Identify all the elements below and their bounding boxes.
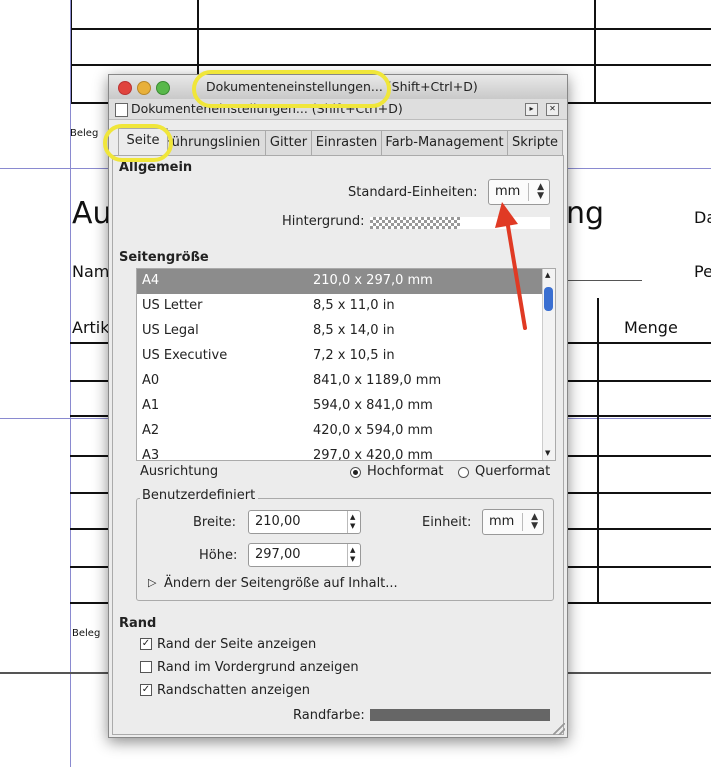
title-highlight-ellipse: [192, 70, 391, 108]
tab-einrasten[interactable]: Einrasten: [311, 130, 382, 155]
page-size-dimensions: 7,2 x 10,5 in: [313, 348, 395, 363]
orientation-label: Ausrichtung: [140, 464, 219, 479]
page-size-dimensions: 594,0 x 841,0 mm: [313, 398, 433, 413]
table-line: [70, 64, 711, 66]
page-size-name: US Letter: [142, 298, 203, 313]
page-size-name: A1: [142, 398, 160, 413]
portrait-radio[interactable]: [350, 467, 361, 478]
doc-text-beleg: Beleg: [72, 628, 101, 639]
page-size-dimensions: 841,0 x 1189,0 mm: [313, 373, 442, 388]
doc-text-beleg: Beleg: [70, 128, 99, 139]
page-size-dimensions: 8,5 x 14,0 in: [313, 323, 395, 338]
updown-arrows-icon: ▲ ▼: [531, 512, 538, 531]
list-item[interactable]: A1 594,0 x 841,0 mm: [137, 394, 542, 419]
close-window-button[interactable]: [118, 81, 132, 95]
minimize-window-button[interactable]: [137, 81, 151, 95]
units-label: Standard-Einheiten:: [348, 185, 478, 200]
doc-text-da: Da: [694, 208, 711, 227]
border-on-top-checkbox[interactable]: [140, 661, 152, 673]
width-label: Breite:: [193, 515, 237, 530]
document-icon: [115, 103, 128, 117]
width-input[interactable]: 210,00 ▲ ▼: [248, 510, 361, 534]
border-shadow-label[interactable]: Randschatten anzeigen: [157, 683, 310, 698]
height-input[interactable]: 297,00 ▲ ▼: [248, 543, 361, 567]
section-heading-allgemein: Allgemein: [119, 160, 193, 175]
scroll-down-icon[interactable]: ▼: [545, 449, 550, 457]
border-color-swatch[interactable]: [370, 709, 550, 721]
page-size-dimensions: 8,5 x 11,0 in: [313, 298, 395, 313]
tab-farb-management[interactable]: Farb-Management: [381, 130, 508, 155]
tab-fuehrungslinien[interactable]: Führungslinien: [167, 130, 266, 155]
table-line: [594, 0, 596, 104]
doc-text-name: Nam: [72, 262, 110, 281]
resize-grip-icon[interactable]: [553, 723, 565, 735]
list-item[interactable]: US Executive 7,2 x 10,5 in: [137, 344, 542, 369]
border-color-label: Randfarbe:: [293, 708, 365, 723]
spin-arrows-icon[interactable]: ▲ ▼: [347, 511, 360, 533]
page-size-dimensions: 297,0 x 420,0 mm: [313, 448, 433, 461]
table-line: [70, 28, 711, 30]
document-properties-window: Dokumenteneinstellungen... (Shift+Ctrl+D…: [108, 74, 568, 738]
height-value: 297,00: [255, 547, 301, 562]
border-shadow-checkbox[interactable]: ✓: [140, 684, 152, 696]
arrow-shaft: [505, 218, 527, 330]
custom-size-heading: Benutzerdefiniert: [140, 488, 259, 503]
border-on-top-label[interactable]: Rand im Vordergrund anzeigen: [157, 660, 359, 675]
page-size-dimensions: 210,0 x 297,0 mm: [313, 273, 433, 288]
background-color-swatch[interactable]: [370, 217, 460, 229]
unit-label: Einheit:: [422, 515, 472, 530]
tab-highlight-ellipse: [103, 124, 173, 162]
list-item[interactable]: A2 420,0 x 594,0 mm: [137, 419, 542, 444]
landscape-label[interactable]: Querformat: [475, 464, 550, 479]
page-size-name: A3: [142, 448, 160, 461]
doc-title-right: ng: [566, 196, 605, 231]
page-size-name: US Legal: [142, 323, 199, 338]
table-line: [197, 0, 199, 74]
width-value: 210,00: [255, 514, 301, 529]
zoom-window-button[interactable]: [156, 81, 170, 95]
dock-menu-icon[interactable]: ▸: [525, 103, 538, 116]
expander-arrow-icon[interactable]: ▷: [148, 576, 156, 589]
doc-underline: [566, 280, 642, 281]
resize-to-content-expander[interactable]: Ändern der Seitengröße auf Inhalt...: [164, 576, 398, 591]
guide-line: [70, 0, 71, 767]
section-heading-rand: Rand: [119, 616, 157, 631]
tab-skripte[interactable]: Skripte: [507, 130, 563, 155]
arrow-head: [495, 202, 518, 228]
landscape-radio[interactable]: [458, 467, 469, 478]
unit-select[interactable]: mm ▲ ▼: [482, 509, 544, 535]
combo-separator: [522, 513, 523, 531]
spin-arrows-icon[interactable]: ▲ ▼: [347, 544, 360, 566]
unit-value: mm: [489, 514, 515, 529]
background-label: Hintergrund:: [282, 214, 365, 229]
list-item[interactable]: A0 841,0 x 1189,0 mm: [137, 369, 542, 394]
doc-text-artikel: Artik: [72, 318, 110, 337]
page-size-dimensions: 420,0 x 594,0 mm: [313, 423, 433, 438]
show-border-checkbox[interactable]: ✓: [140, 638, 152, 650]
tab-gitter[interactable]: Gitter: [265, 130, 312, 155]
portrait-label[interactable]: Hochformat: [367, 464, 444, 479]
red-arrow-annotation: [495, 202, 527, 330]
doc-title-left: Au: [72, 196, 112, 231]
dock-close-icon[interactable]: ✕: [546, 103, 559, 116]
doc-text-pe: Pe: [694, 262, 711, 281]
doc-text-menge: Menge: [624, 318, 678, 337]
page-size-name: A0: [142, 373, 160, 388]
section-heading-seitengroesse: Seitengröße: [119, 250, 209, 265]
page-size-name: A2: [142, 423, 160, 438]
height-label: Höhe:: [199, 548, 238, 563]
show-border-label[interactable]: Rand der Seite anzeigen: [157, 637, 316, 652]
page-size-name: US Executive: [142, 348, 228, 363]
page-size-name: A4: [142, 273, 160, 288]
list-item[interactable]: A3 297,0 x 420,0 mm: [137, 444, 542, 461]
